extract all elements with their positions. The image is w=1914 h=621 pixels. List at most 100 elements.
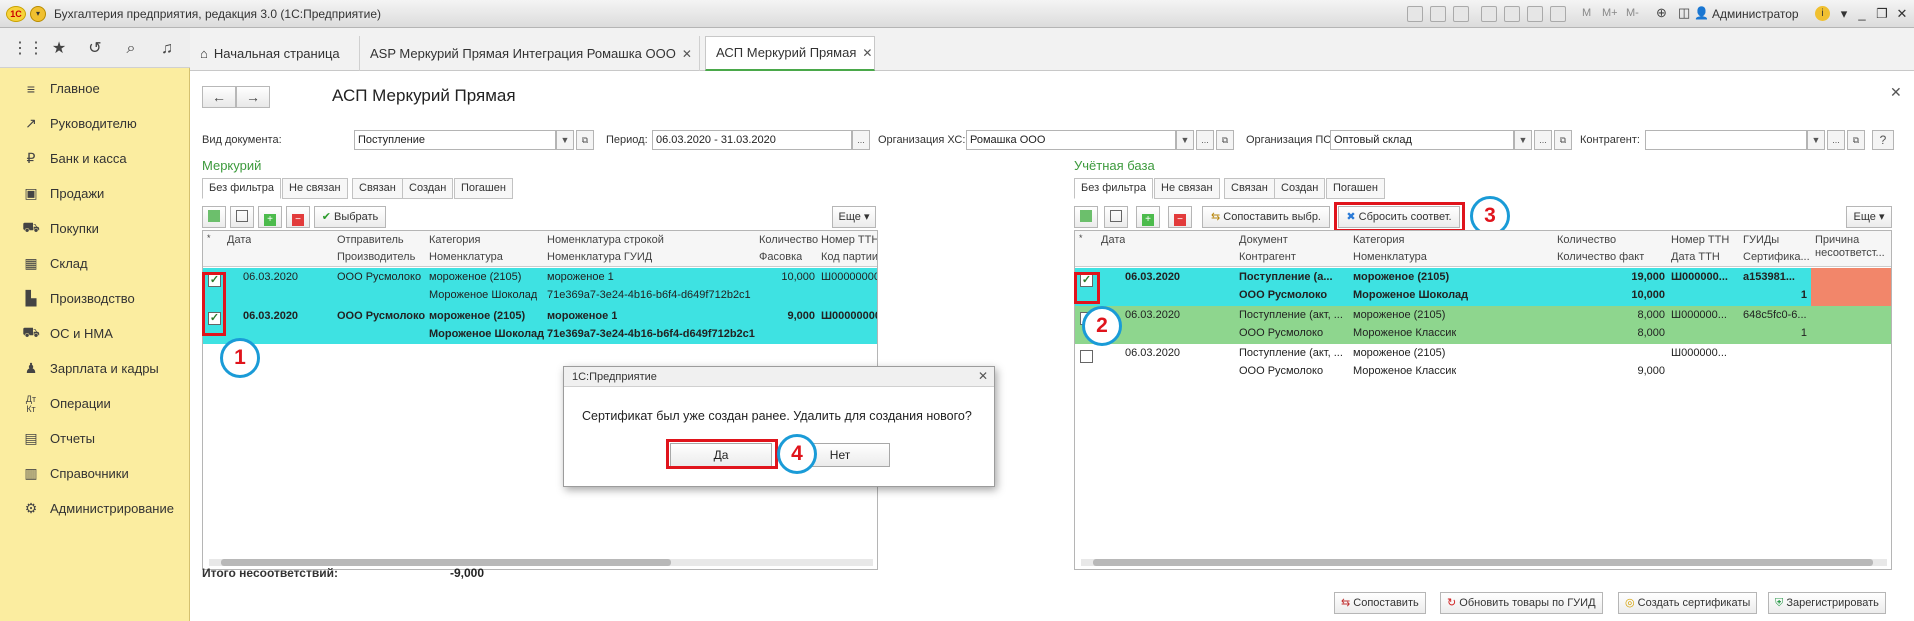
left-filter-created[interactable]: Создан (402, 178, 454, 199)
scrollbar-thumb[interactable] (1093, 559, 1873, 566)
close-dialog-icon[interactable]: ✕ (978, 369, 988, 383)
star-icon[interactable]: ★ (48, 38, 70, 60)
org-ps-field[interactable]: Оптовый склад (1330, 130, 1514, 150)
select-button[interactable]: ... (1827, 130, 1845, 150)
scrollbar-thumb[interactable] (221, 559, 671, 566)
tab-asp-integration[interactable]: ASP Меркурий Прямая Интеграция Ромашка О… (360, 36, 700, 71)
copy-button[interactable] (1104, 206, 1128, 228)
search-icon[interactable]: ⌕ (120, 38, 142, 60)
sidebar-item-reports[interactable]: ▤ Отчеты (0, 421, 190, 456)
right-more-button[interactable]: Еще ▾ (1846, 206, 1892, 228)
add-button[interactable]: + (258, 206, 282, 228)
select-button[interactable]: ... (1534, 130, 1552, 150)
help-button[interactable]: ? (1872, 130, 1894, 150)
doc-type-field[interactable]: Поступление (354, 130, 556, 150)
col-header: Номер ТТН (1671, 234, 1730, 246)
delete-button[interactable]: − (1168, 206, 1192, 228)
select-button[interactable]: ... (1196, 130, 1214, 150)
close-window-icon[interactable]: ✕ (1893, 5, 1911, 23)
minimize-icon[interactable]: _ (1853, 5, 1871, 23)
sidebar-item-sales[interactable]: ▣ Продажи (0, 176, 190, 211)
maximize-icon[interactable]: ❐ (1873, 5, 1891, 23)
row-checkbox[interactable] (1080, 350, 1093, 363)
dropdown-icon[interactable]: ▼ (556, 130, 574, 150)
right-filter-linked[interactable]: Связан (1224, 178, 1275, 199)
check-all-button[interactable] (202, 206, 226, 228)
sidebar-item-salary[interactable]: ♟ Зарплата и кадры (0, 351, 190, 386)
trend-icon: ↗ (25, 115, 37, 131)
memory-m-icon[interactable]: M (1582, 7, 1591, 19)
open-icon[interactable]: ⧉ (576, 130, 594, 150)
counterparty-field[interactable] (1645, 130, 1807, 150)
sidebar-item-manager[interactable]: ↗ Руководителю (0, 106, 190, 141)
left-more-button[interactable]: Еще ▾ (832, 206, 876, 228)
zoom-icon[interactable]: ⊕ (1656, 5, 1667, 21)
match-button[interactable]: ⇆ Сопоставить (1334, 592, 1426, 614)
sidebar-item-assets[interactable]: ⛟ ОС и НМА (0, 316, 190, 351)
apps-grid-icon[interactable]: ⋮⋮ (12, 38, 44, 60)
dropdown-icon[interactable]: ▼ (1807, 130, 1825, 150)
bell-icon[interactable]: ♫ (156, 38, 178, 60)
create-certificates-button[interactable]: ◎ Создать сертификаты (1618, 592, 1758, 614)
register-button[interactable]: ⛨ Зарегистрировать (1768, 592, 1886, 614)
close-tab-icon[interactable]: ✕ (862, 36, 872, 70)
add-button[interactable]: + (1136, 206, 1160, 228)
sidebar-item-main[interactable]: ≡ Главное (0, 71, 190, 106)
save-icon[interactable] (1453, 6, 1469, 22)
check-all-button[interactable] (1074, 206, 1098, 228)
table-row[interactable] (1075, 344, 1891, 382)
sidebar-item-bank[interactable]: ₽ Банк и касса (0, 141, 190, 176)
refresh-by-guid-button[interactable]: ↻ Обновить товары по ГУИД (1440, 592, 1603, 614)
memory-plus-icon[interactable]: M+ (1602, 7, 1618, 19)
dropdown-icon[interactable]: ▼ (1176, 130, 1194, 150)
period-field[interactable]: 06.03.2020 - 31.03.2020 (652, 130, 852, 150)
sidebar-item-admin[interactable]: ⚙ Администрирование (0, 491, 190, 526)
toolbar-icon[interactable] (1407, 6, 1423, 22)
tab-asp-mercury[interactable]: АСП Меркурий Прямая ✕ (705, 36, 875, 71)
left-filter-all[interactable]: Без фильтра (202, 178, 281, 199)
sidebar-item-purchases[interactable]: ⛟ Покупки (0, 211, 190, 246)
right-filter-created[interactable]: Создан (1274, 178, 1326, 199)
sidebar-item-operations[interactable]: Дт Кт Операции (0, 386, 190, 421)
left-filter-unlinked[interactable]: Не связан (282, 178, 348, 199)
close-form-icon[interactable]: ✕ (1890, 84, 1902, 101)
period-select-button[interactable]: ... (852, 130, 870, 150)
left-filter-cleared[interactable]: Погашен (454, 178, 513, 199)
sidebar-item-production[interactable]: ▙ Производство (0, 281, 190, 316)
tab-home[interactable]: ⌂ Начальная страница (190, 36, 360, 71)
sidebar-item-catalogs[interactable]: ▥ Справочники (0, 456, 190, 491)
calendar-icon[interactable] (1550, 6, 1566, 22)
org-hs-field[interactable]: Ромашка ООО (966, 130, 1176, 150)
forward-button[interactable]: → (236, 86, 270, 108)
col-header: Количество факт (1557, 251, 1645, 263)
panel-icon[interactable]: ◫ (1678, 5, 1690, 21)
memory-minus-icon[interactable]: M- (1626, 7, 1639, 19)
attach-icon[interactable] (1504, 6, 1520, 22)
main-menu-button[interactable]: ▾ (30, 6, 46, 22)
calculator-icon[interactable] (1527, 6, 1543, 22)
info-icon[interactable]: i (1815, 6, 1830, 21)
home-icon: ⌂ (200, 45, 208, 61)
right-filter-unlinked[interactable]: Не связан (1154, 178, 1220, 199)
document-icon[interactable] (1481, 6, 1497, 22)
dropdown-icon[interactable]: ▼ (1514, 130, 1532, 150)
cell-nomen: Мороженое Классик (1353, 365, 1457, 377)
sidebar-item-warehouse[interactable]: ▦ Склад (0, 246, 190, 281)
open-icon[interactable]: ⧉ (1847, 130, 1865, 150)
match-selected-button[interactable]: ⇆ Сопоставить выбр. (1202, 206, 1330, 228)
copy-button[interactable] (230, 206, 254, 228)
dropdown-icon[interactable]: ▾ (1835, 5, 1853, 23)
cell-guid: 71e369a7-3e24-4b16-b6f4-d649f712b2c1 (547, 328, 755, 340)
delete-button[interactable]: − (286, 206, 310, 228)
left-filter-linked[interactable]: Связан (352, 178, 403, 199)
open-icon[interactable]: ⧉ (1216, 130, 1234, 150)
right-filter-cleared[interactable]: Погашен (1326, 178, 1385, 199)
history-icon[interactable]: ↺ (84, 38, 106, 60)
open-icon[interactable]: ⧉ (1554, 130, 1572, 150)
right-filter-all[interactable]: Без фильтра (1074, 178, 1153, 199)
select-action-button[interactable]: ✔ Выбрать (314, 206, 386, 228)
print-icon[interactable] (1430, 6, 1446, 22)
back-button[interactable]: ← (202, 86, 236, 108)
current-user[interactable]: Администратор (1712, 7, 1799, 21)
close-tab-icon[interactable]: ✕ (682, 37, 692, 71)
